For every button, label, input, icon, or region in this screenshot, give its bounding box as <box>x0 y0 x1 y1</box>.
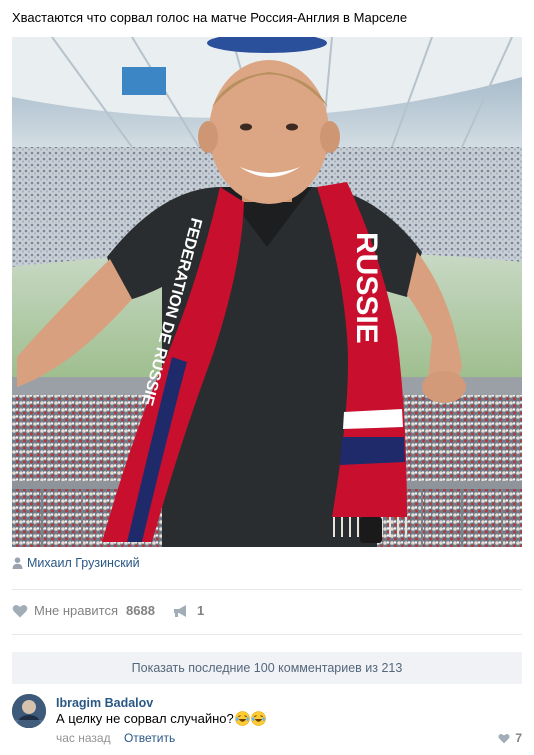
like-count: 8688 <box>126 603 155 618</box>
laughing-emoji <box>250 711 266 726</box>
comment-text: А целку не сорвал случайно? <box>56 711 234 726</box>
share-icon <box>173 604 186 617</box>
post-photo[interactable]: FEDERATION DE RUSSIE RUSSIE <box>12 37 522 547</box>
like-label: Мне нравится <box>34 603 119 618</box>
comment-time[interactable]: час назад <box>56 731 111 745</box>
scarf-right-text: RUSSIE <box>350 232 383 344</box>
heart-small-icon <box>498 733 510 743</box>
avatar[interactable] <box>12 694 46 728</box>
divider <box>12 634 522 635</box>
divider <box>12 589 522 590</box>
avatar-image <box>12 694 46 728</box>
user-icon <box>12 557 23 569</box>
heart-icon <box>12 604 28 617</box>
post-caption: Хвастаются что сорвал голос на матче Рос… <box>12 10 408 25</box>
comment: Ibragim Badalov А целку не сорвал случай… <box>12 694 522 750</box>
stadium-photo: FEDERATION DE RUSSIE RUSSIE <box>12 37 522 547</box>
laughing-emoji <box>234 711 250 726</box>
share-count: 1 <box>196 603 205 618</box>
post-author[interactable]: Михаил Грузинский <box>12 556 140 570</box>
comment-like-button[interactable]: 7 <box>498 731 522 745</box>
comment-meta: час назад Ответить <box>56 731 175 745</box>
comment-author[interactable]: Ibragim Badalov <box>56 696 153 710</box>
reply-button[interactable]: Ответить <box>124 731 175 745</box>
comment-like-count: 7 <box>515 731 522 745</box>
comment-text-row: А целку не сорвал случайно? <box>56 711 266 726</box>
post-actions: Мне нравится 8688 1 <box>12 603 222 618</box>
post-author-name[interactable]: Михаил Грузинский <box>27 556 140 570</box>
share-button[interactable]: 1 <box>173 603 204 618</box>
like-button[interactable]: Мне нравится 8688 <box>12 603 155 618</box>
show-more-comments-button[interactable]: Показать последние 100 комментариев из 2… <box>12 652 522 684</box>
